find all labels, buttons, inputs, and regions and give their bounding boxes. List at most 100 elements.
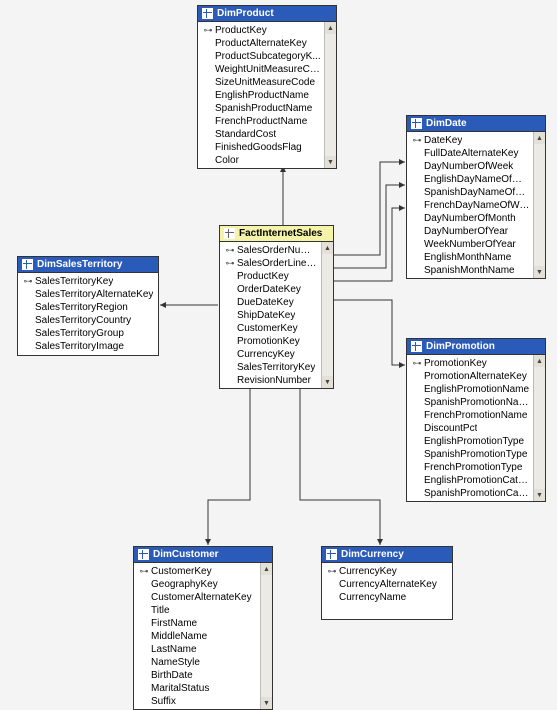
column-row[interactable]: EnglishDayNameOfWeek — [407, 173, 533, 186]
scrollbar[interactable]: ▲ ▼ — [324, 22, 336, 168]
column-row[interactable]: Suffix — [134, 695, 260, 708]
column-row[interactable]: ⊶CurrencyKey — [322, 565, 452, 578]
column-row[interactable]: CustomerAlternateKey — [134, 591, 260, 604]
column-row[interactable]: SalesTerritoryGroup — [18, 327, 158, 340]
column-row[interactable]: NameStyle — [134, 656, 260, 669]
column-row[interactable]: ProductKey — [220, 270, 321, 283]
column-row[interactable]: ShipDateKey — [220, 309, 321, 322]
table-dimdate[interactable]: DimDate ⊶DateKeyFullDateAlternateKeyDayN… — [406, 115, 546, 279]
table-header[interactable]: DimProduct — [198, 6, 336, 22]
scrollbar[interactable]: ▲ ▼ — [321, 242, 333, 388]
scrollbar[interactable]: ▲ ▼ — [533, 355, 545, 501]
column-row[interactable]: ProductSubcategoryK... — [198, 50, 324, 63]
table-header[interactable]: FactInternetSales — [220, 226, 333, 242]
column-row[interactable]: DueDateKey — [220, 296, 321, 309]
column-row[interactable]: StandardCost — [198, 128, 324, 141]
column-row[interactable]: FullDateAlternateKey — [407, 147, 533, 160]
column-row[interactable]: PromotionAlternateKey — [407, 370, 533, 383]
column-row[interactable]: SalesTerritoryAlternateKey — [18, 288, 158, 301]
scroll-down-icon[interactable]: ▼ — [261, 697, 272, 709]
column-row[interactable]: SpanishProductName — [198, 102, 324, 115]
scroll-up-icon[interactable]: ▲ — [534, 132, 545, 144]
column-row[interactable]: GeographyKey — [134, 578, 260, 591]
scroll-up-icon[interactable]: ▲ — [325, 22, 336, 34]
column-row[interactable]: LastName — [134, 643, 260, 656]
table-header[interactable]: DimSalesTerritory — [18, 257, 158, 273]
column-row[interactable]: ProductAlternateKey — [198, 37, 324, 50]
column-row[interactable]: SalesTerritoryCountry — [18, 314, 158, 327]
table-dimproduct[interactable]: DimProduct ⊶ProductKeyProductAlternateKe… — [197, 5, 337, 169]
table-dimcurrency[interactable]: DimCurrency ⊶CurrencyKeyCurrencyAlternat… — [321, 546, 453, 620]
column-row[interactable]: Color — [198, 154, 324, 167]
column-row[interactable]: FrenchPromotionName — [407, 409, 533, 422]
scroll-down-icon[interactable]: ▼ — [322, 376, 333, 388]
table-header[interactable]: DimDate — [407, 116, 545, 132]
column-label: SalesTerritoryGroup — [35, 328, 124, 339]
column-row[interactable]: FrenchPromotionType — [407, 461, 533, 474]
column-row[interactable]: SpanishMonthName — [407, 264, 533, 277]
table-header[interactable]: DimPromotion — [407, 339, 545, 355]
column-row[interactable]: SpanishPromotionCateg — [407, 487, 533, 500]
column-row[interactable]: SizeUnitMeasureCode — [198, 76, 324, 89]
column-row[interactable]: EnglishPromotionCateg... — [407, 474, 533, 487]
column-row[interactable]: FinishedGoodsFlag — [198, 141, 324, 154]
table-header[interactable]: DimCustomer — [134, 547, 272, 563]
column-row[interactable]: EnglishPromotionName — [407, 383, 533, 396]
column-row[interactable]: SpanishPromotionType — [407, 448, 533, 461]
scroll-down-icon[interactable]: ▼ — [325, 156, 336, 168]
scroll-down-icon[interactable]: ▼ — [534, 489, 545, 501]
column-row[interactable]: ⊶SalesOrderLineNum... — [220, 257, 321, 270]
scroll-up-icon[interactable]: ▲ — [534, 355, 545, 367]
column-row[interactable]: ⊶SalesOrderNumber — [220, 244, 321, 257]
table-header[interactable]: DimCurrency — [322, 547, 452, 563]
column-row[interactable]: ⊶DateKey — [407, 134, 533, 147]
scrollbar[interactable]: ▲ ▼ — [260, 563, 272, 709]
column-label: FinishedGoodsFlag — [215, 142, 302, 153]
table-dimcustomer[interactable]: DimCustomer ⊶CustomerKeyGeographyKeyCust… — [133, 546, 273, 710]
column-row[interactable]: FrenchDayNameOfWeek — [407, 199, 533, 212]
table-dimpromotion[interactable]: DimPromotion ⊶PromotionKeyPromotionAlter… — [406, 338, 546, 502]
table-dimsalesterritory[interactable]: DimSalesTerritory ⊶SalesTerritoryKeySale… — [17, 256, 159, 356]
column-row[interactable]: CurrencyName — [322, 591, 452, 604]
table-factinternetsales[interactable]: FactInternetSales ⊶SalesOrderNumber⊶Sale… — [219, 225, 334, 389]
column-row[interactable]: PromotionKey — [220, 335, 321, 348]
column-row[interactable]: SalesTerritoryKey — [220, 361, 321, 374]
primary-key-icon: ⊶ — [21, 276, 35, 287]
table-title: DimSalesTerritory — [37, 259, 122, 270]
column-label: SpanishPromotionCateg — [424, 488, 530, 499]
column-row[interactable]: CurrencyAlternateKey — [322, 578, 452, 591]
column-row[interactable]: DiscountPct — [407, 422, 533, 435]
column-row[interactable]: FrenchProductName — [198, 115, 324, 128]
column-row[interactable]: SalesTerritoryImage — [18, 340, 158, 353]
column-row[interactable]: EnglishProductName — [198, 89, 324, 102]
column-row[interactable]: WeekNumberOfYear — [407, 238, 533, 251]
column-row[interactable]: DayNumberOfYear — [407, 225, 533, 238]
scroll-up-icon[interactable]: ▲ — [261, 563, 272, 575]
column-row[interactable]: SpanishPromotionName — [407, 396, 533, 409]
column-row[interactable]: SpanishDayNameOfWeek — [407, 186, 533, 199]
column-row[interactable]: OrderDateKey — [220, 283, 321, 296]
column-row[interactable]: WeightUnitMeasureCo... — [198, 63, 324, 76]
column-row[interactable]: CurrencyKey — [220, 348, 321, 361]
column-row[interactable]: EnglishMonthName — [407, 251, 533, 264]
column-label: ShipDateKey — [237, 310, 295, 321]
column-row[interactable]: BirthDate — [134, 669, 260, 682]
column-row[interactable]: DayNumberOfWeek — [407, 160, 533, 173]
scroll-up-icon[interactable]: ▲ — [322, 242, 333, 254]
column-row[interactable]: Title — [134, 604, 260, 617]
column-row[interactable]: MiddleName — [134, 630, 260, 643]
column-row[interactable]: ⊶CustomerKey — [134, 565, 260, 578]
column-row[interactable]: FirstName — [134, 617, 260, 630]
column-row[interactable]: ⊶ProductKey — [198, 24, 324, 37]
column-label: EnglishMonthName — [424, 252, 511, 263]
scroll-down-icon[interactable]: ▼ — [534, 266, 545, 278]
column-row[interactable]: MaritalStatus — [134, 682, 260, 695]
column-row[interactable]: DayNumberOfMonth — [407, 212, 533, 225]
column-row[interactable]: SalesTerritoryRegion — [18, 301, 158, 314]
column-row[interactable]: RevisionNumber — [220, 374, 321, 387]
column-row[interactable]: EnglishPromotionType — [407, 435, 533, 448]
column-row[interactable]: ⊶PromotionKey — [407, 357, 533, 370]
column-row[interactable]: ⊶SalesTerritoryKey — [18, 275, 158, 288]
column-row[interactable]: CustomerKey — [220, 322, 321, 335]
scrollbar[interactable]: ▲ ▼ — [533, 132, 545, 278]
